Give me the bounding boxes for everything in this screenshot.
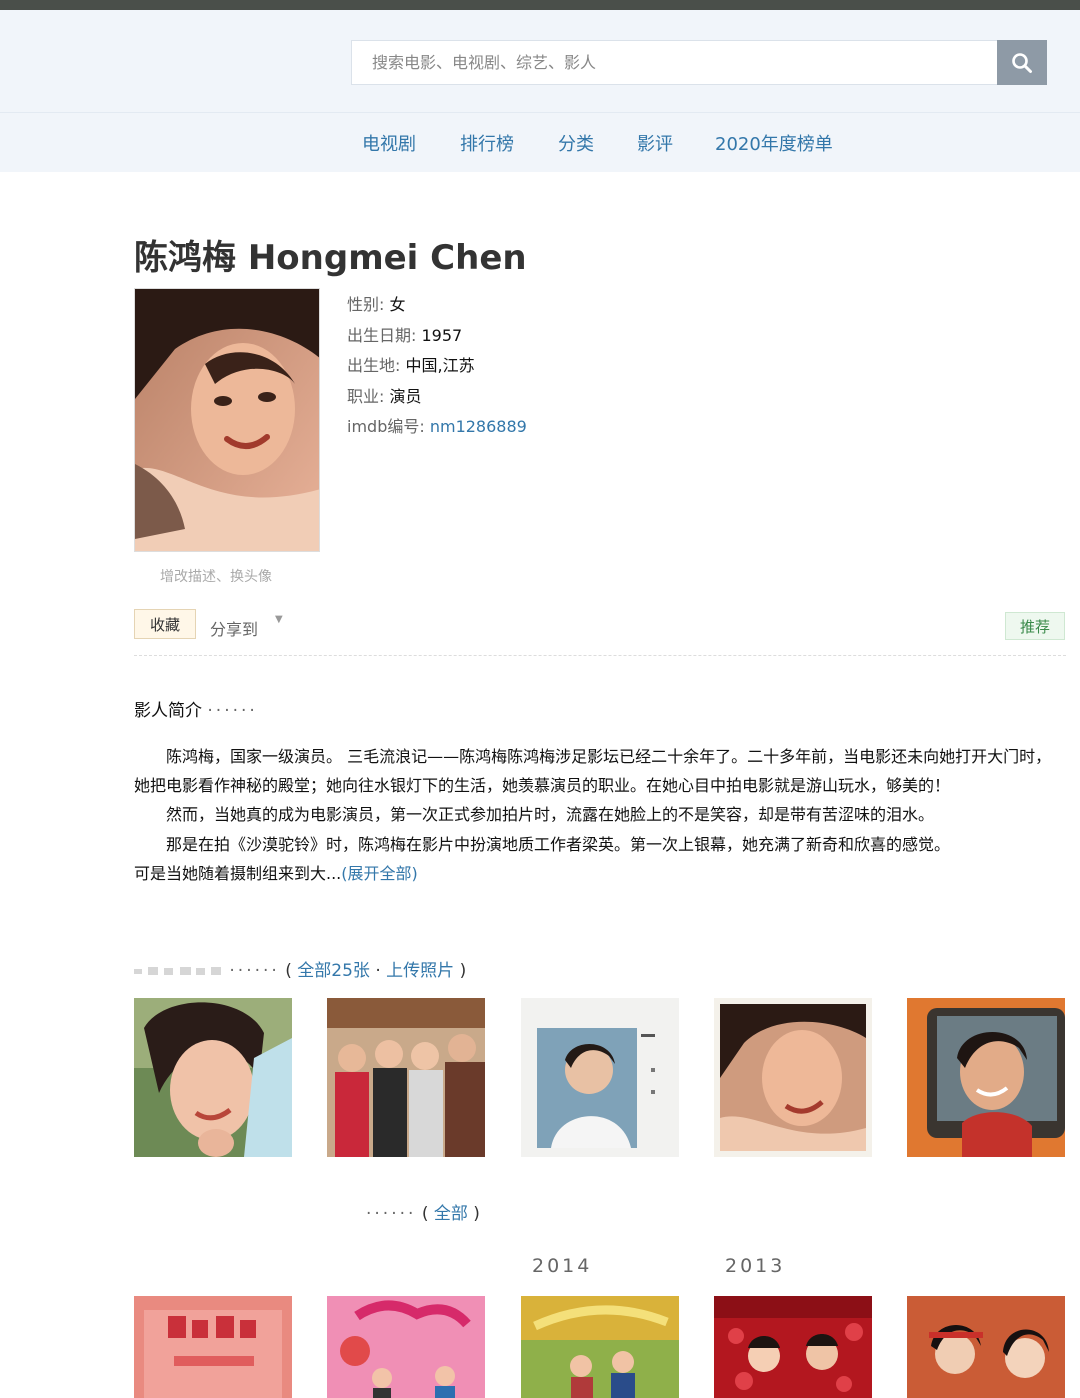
work-poster[interactable] [521, 1296, 679, 1398]
info-gender: 性别: 女 [347, 294, 527, 325]
gender-label: 性别: [347, 295, 385, 314]
nav-categories[interactable]: 分类 [558, 130, 594, 156]
info-birthplace: 出生地: 中国,江苏 [347, 355, 527, 386]
bio-paragraph-last: 可是当她随着摄制组来到大...(展开全部) [134, 859, 1059, 888]
works-paren-open: ( [421, 1204, 429, 1224]
birthplace-label: 出生地: [347, 356, 401, 375]
bio-heading-dots: ······ [207, 701, 258, 721]
birthplace-value: 中国,江苏 [405, 356, 475, 375]
search-bar [351, 40, 1047, 85]
profession-value: 演员 [389, 386, 422, 406]
nav-reviews[interactable]: 影评 [637, 130, 673, 156]
work-poster[interactable] [907, 1296, 1065, 1398]
imdb-label: imdb编号: [347, 417, 425, 436]
birth-label: 出生日期: [347, 325, 417, 345]
person-info: 性别: 女 出生日期: 1957 出生地: 中国,江苏 职业: 演员 imdb编… [347, 294, 527, 447]
bio-truncated-text: 可是当她随着摄制组来到大... [134, 863, 342, 883]
bio-heading: 影人简介 ······ [134, 696, 258, 721]
photos-paren-open: ( [285, 961, 292, 981]
top-strip [0, 0, 1080, 10]
nav-rankings[interactable]: 排行榜 [460, 130, 514, 156]
all-works-link[interactable]: 全部 [434, 1204, 468, 1224]
nav-2020-list[interactable]: 2020年度榜单 [715, 130, 833, 156]
edit-portrait-link[interactable]: 增改描述、换头像 [160, 566, 272, 586]
main-nav: 电视剧 排行榜 分类 影评 2020年度榜单 [0, 130, 1080, 160]
recommend-button[interactable]: 推荐 [1005, 612, 1065, 640]
gender-value: 女 [389, 295, 406, 314]
photo-thumbnail[interactable] [907, 998, 1065, 1157]
birth-value: 1957 [421, 325, 463, 345]
work-year: 2013 [725, 1255, 786, 1277]
search-icon [1012, 52, 1032, 73]
works-heading: ······ ( 全部 ) [366, 1199, 480, 1224]
profession-label: 职业: [347, 386, 385, 406]
photo-thumbnail[interactable] [134, 998, 292, 1157]
bio-paragraph: 陈鸿梅，国家一级演员。 三毛流浪记——陈鸿梅陈鸿梅涉足影坛已经二十余年了。二十多… [134, 747, 1052, 796]
info-imdb: imdb编号: nm1286889 [347, 416, 527, 447]
works-heading-dots: ······ [366, 1204, 417, 1224]
photos-paren-close: ) [459, 961, 467, 981]
bio-text: 陈鸿梅，国家一级演员。 三毛流浪记——陈鸿梅陈鸿梅涉足影坛已经二十余年了。二十多… [134, 742, 1059, 888]
portrait-photo[interactable] [134, 288, 320, 552]
work-year: 2014 [532, 1255, 593, 1277]
photos-heading: ······ ( 全部25张 · 上传照片 ) [134, 956, 466, 981]
work-poster[interactable] [714, 1296, 872, 1398]
nav-divider [0, 112, 1080, 113]
work-poster[interactable] [134, 1296, 292, 1398]
nav-tv[interactable]: 电视剧 [362, 130, 416, 156]
info-profession: 职业: 演员 [347, 386, 527, 417]
share-dropdown-icon[interactable]: ▼ [275, 614, 283, 625]
photos-heading-dots: ······ [229, 961, 280, 981]
imdb-link[interactable]: nm1286889 [430, 417, 527, 436]
search-input[interactable] [351, 40, 997, 85]
photo-thumbnail[interactable] [714, 998, 872, 1157]
bio-paragraph: 那是在拍《沙漠驼铃》时，陈鸿梅在影片中扮演地质工作者梁英。第一次上银幕，她充满了… [166, 834, 951, 854]
site-header: 电视剧 排行榜 分类 影评 2020年度榜单 [0, 10, 1080, 172]
photos-heading-blurred-icon [134, 967, 221, 975]
section-divider [134, 655, 1066, 656]
expand-bio-link[interactable]: (展开全部) [341, 864, 418, 883]
share-button[interactable]: 分享到 [210, 616, 258, 640]
works-paren-close: ) [473, 1204, 480, 1224]
photos-sep: · [375, 961, 381, 981]
photo-thumbnail[interactable] [327, 998, 485, 1157]
all-photos-link[interactable]: 全部25张 [297, 961, 370, 981]
bio-paragraph: 然而，当她真的成为电影演员，第一次正式参加拍片时，流露在她脸上的不是笑容，却是带… [166, 805, 935, 825]
search-button[interactable] [997, 40, 1047, 85]
bio-heading-text: 影人简介 [134, 701, 202, 721]
page-title: 陈鸿梅 Hongmei Chen [134, 238, 527, 278]
collect-button[interactable]: 收藏 [134, 609, 196, 639]
info-birth: 出生日期: 1957 [347, 325, 527, 356]
upload-photo-link[interactable]: 上传照片 [386, 961, 454, 981]
photo-thumbnail[interactable] [521, 998, 679, 1157]
work-poster[interactable] [327, 1296, 485, 1398]
